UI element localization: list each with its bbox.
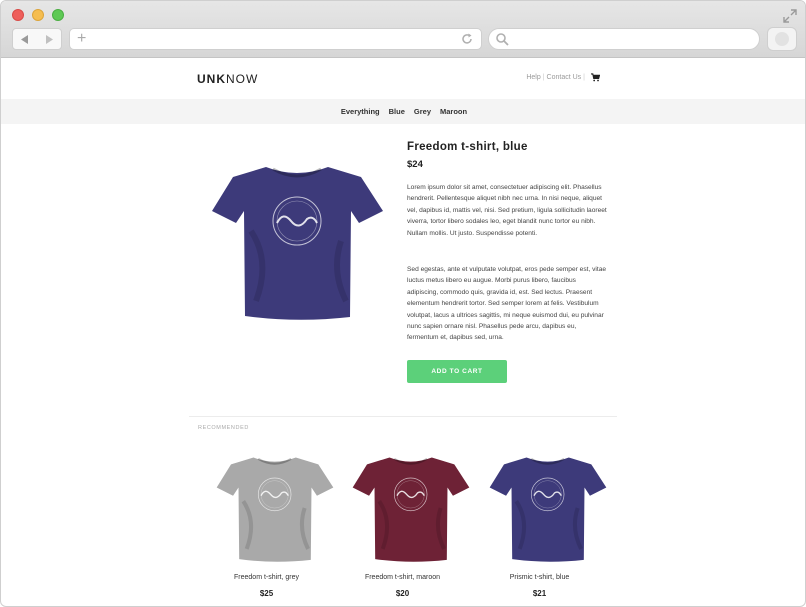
- tshirt-body: [352, 457, 470, 562]
- address-bar[interactable]: +: [69, 28, 482, 50]
- site-header: UNKNOW Help | Contact Us |: [1, 59, 805, 99]
- tshirt-body: [216, 457, 334, 562]
- back-arrow-icon: [21, 34, 28, 44]
- new-tab-icon[interactable]: +: [77, 31, 86, 47]
- product-description-1: Lorem ipsum dolor sit amet, consectetuer…: [407, 184, 607, 237]
- recommended-item-image[interactable]: [489, 453, 607, 563]
- reload-icon[interactable]: [460, 32, 474, 46]
- minimize-window-button[interactable]: [32, 9, 44, 21]
- recommended-label: RECOMMENDED: [198, 425, 249, 431]
- category-maroon[interactable]: Maroon: [440, 107, 467, 116]
- product-image: [212, 167, 383, 320]
- recommended-item[interactable]: Freedom t-shirt, maroon $20: [335, 449, 470, 601]
- recommended-item-name[interactable]: Prismic t-shirt, blue: [472, 574, 607, 581]
- category-everything[interactable]: Everything: [341, 107, 380, 116]
- category-grey[interactable]: Grey: [414, 107, 431, 116]
- add-to-cart-button[interactable]: ADD TO CART: [407, 360, 507, 383]
- product-price: $24: [407, 159, 423, 170]
- help-link[interactable]: Help: [526, 74, 540, 81]
- product-title: Freedom t-shirt, blue: [407, 141, 528, 153]
- history-nav: [12, 28, 62, 50]
- search-icon: [496, 33, 509, 46]
- profile-button[interactable]: [767, 27, 797, 51]
- contact-us-link[interactable]: Contact Us: [547, 74, 582, 81]
- category-nav: Everything Blue Grey Maroon: [1, 99, 805, 124]
- close-window-button[interactable]: [12, 9, 24, 21]
- recommended-item-image[interactable]: [216, 453, 334, 563]
- recommended-item-price: $20: [395, 589, 410, 598]
- cart-icon[interactable]: [591, 73, 600, 82]
- recommended-item-image[interactable]: [352, 453, 470, 563]
- forward-button[interactable]: [37, 29, 61, 49]
- back-button[interactable]: [13, 29, 37, 49]
- utility-links: Help | Contact Us |: [526, 73, 600, 82]
- recommended-item-name[interactable]: Freedom t-shirt, maroon: [335, 574, 470, 581]
- product-description-2: Sed egestas, ante et vulputate volutpat,…: [407, 266, 607, 342]
- recommended-item[interactable]: Freedom t-shirt, grey $25: [199, 449, 334, 601]
- maximize-window-button[interactable]: [52, 9, 64, 21]
- avatar: [775, 32, 789, 46]
- search-bar[interactable]: [488, 28, 760, 50]
- fullscreen-icon[interactable]: [783, 9, 797, 23]
- recommended-item-price: $25: [259, 589, 274, 598]
- browser-toolbar: +: [1, 1, 805, 58]
- browser-window: + UNKNOW Help | Contact Us | Everything …: [0, 0, 806, 607]
- recommended-item[interactable]: Prismic t-shirt, blue $21: [472, 449, 607, 601]
- site-logo[interactable]: UNKNOW: [197, 72, 258, 86]
- divider: [189, 416, 617, 417]
- tshirt-body: [212, 167, 383, 320]
- forward-arrow-icon: [46, 34, 53, 44]
- recommended-item-price: $21: [532, 589, 547, 598]
- category-blue[interactable]: Blue: [389, 107, 405, 116]
- tshirt-body: [489, 457, 607, 562]
- recommended-item-name[interactable]: Freedom t-shirt, grey: [199, 574, 334, 581]
